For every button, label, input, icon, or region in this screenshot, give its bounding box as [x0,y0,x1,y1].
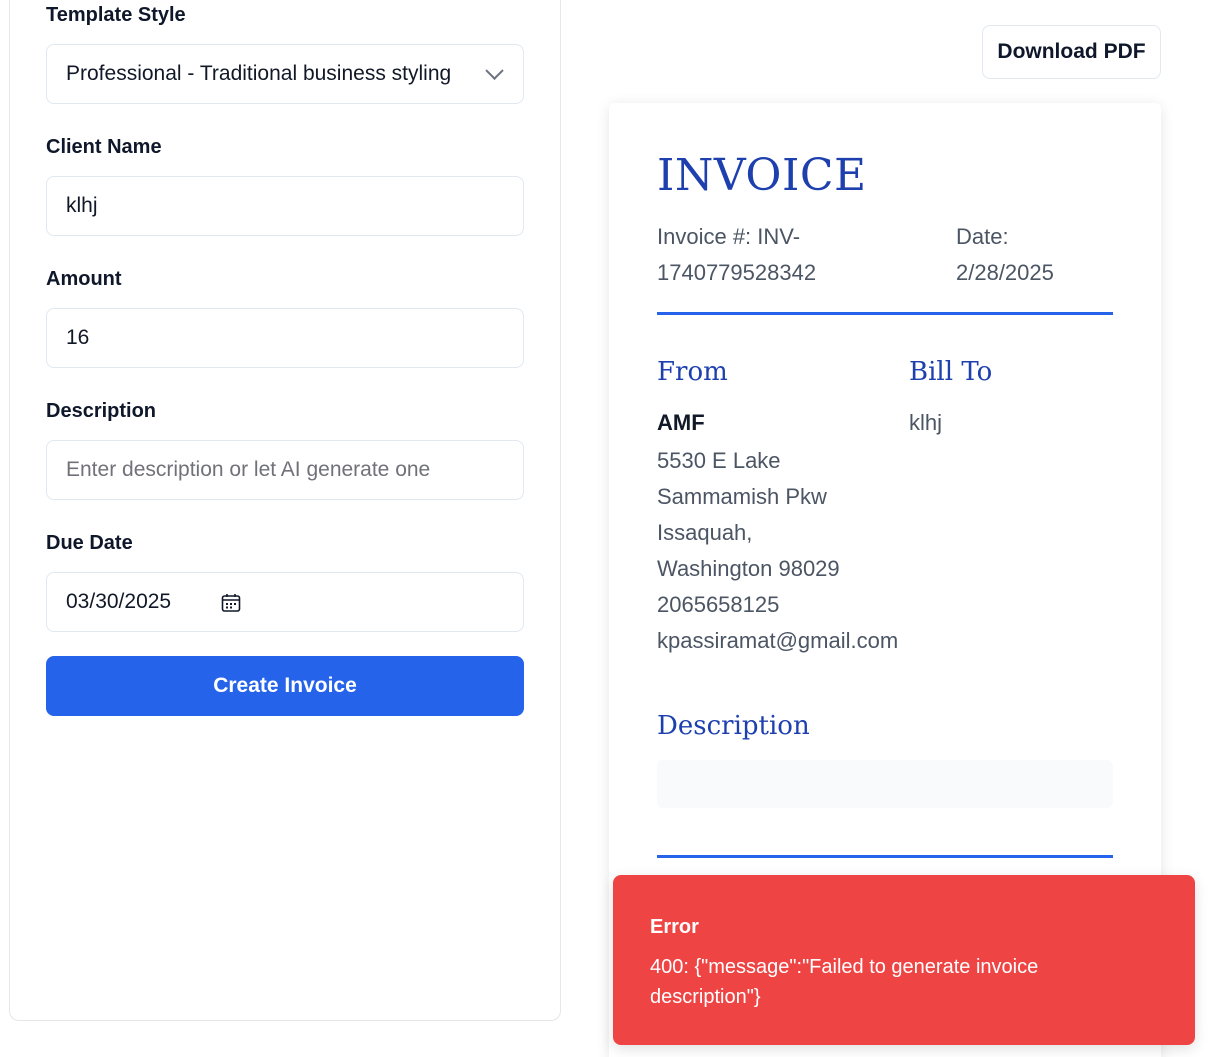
client-name-label: Client Name [46,136,162,158]
due-date-input[interactable]: 03/30/2025 [46,572,524,632]
from-address-line: Sammamish Pkw [657,484,827,509]
client-name-value: klhj [66,194,98,217]
amount-value: 16 [66,326,90,349]
from-address-line: 5530 E Lake [657,448,781,473]
calendar-icon[interactable] [221,593,241,613]
invoice-number-value: 1740779528342 [657,260,817,285]
header-divider [657,312,1113,315]
from-heading: From [657,357,728,387]
from-phone: 2065658125 [657,592,780,617]
template-style-label: Template Style [46,4,186,26]
invoice-title: INVOICE [657,150,867,201]
due-date-value: 03/30/2025 [66,590,172,613]
amount-input[interactable]: 16 [46,308,524,368]
description-heading: Description [657,711,810,741]
create-invoice-button[interactable]: Create Invoice [46,656,524,716]
from-address-line: Issaquah, [657,520,753,545]
client-name-input[interactable]: klhj [46,176,524,236]
chevron-down-icon [485,61,504,80]
from-address-line: Washington 98029 [657,556,840,581]
description-divider [657,855,1113,858]
from-email: kpassiramat@gmail.com [657,628,899,653]
invoice-date-label: Date: [956,224,1009,249]
bill-to-heading: Bill To [909,357,993,387]
due-date-label: Due Date [46,532,133,554]
invoice-number-prefix: Invoice #: INV- [657,224,801,249]
description-label: Description [46,400,157,422]
from-company-name: AMF [657,410,705,435]
toast-message: 400: {"message":"Failed to generate invo… [650,956,1039,1008]
invoice-date-value: 2/28/2025 [956,260,1054,285]
description-placeholder: Enter description or let AI generate one [66,458,431,481]
amount-label: Amount [46,268,122,290]
toast-title: Error [650,916,699,938]
invoice-description-box [657,760,1113,808]
error-toast[interactable]: Error 400: {"message":"Failed to generat… [613,875,1195,1045]
template-style-value: Professional - Traditional business styl… [66,62,452,85]
description-input[interactable]: Enter description or let AI generate one [46,440,524,500]
template-style-select[interactable]: Professional - Traditional business styl… [46,44,524,104]
download-pdf-button[interactable]: Download PDF [982,25,1161,79]
bill-to-name: klhj [909,410,943,435]
